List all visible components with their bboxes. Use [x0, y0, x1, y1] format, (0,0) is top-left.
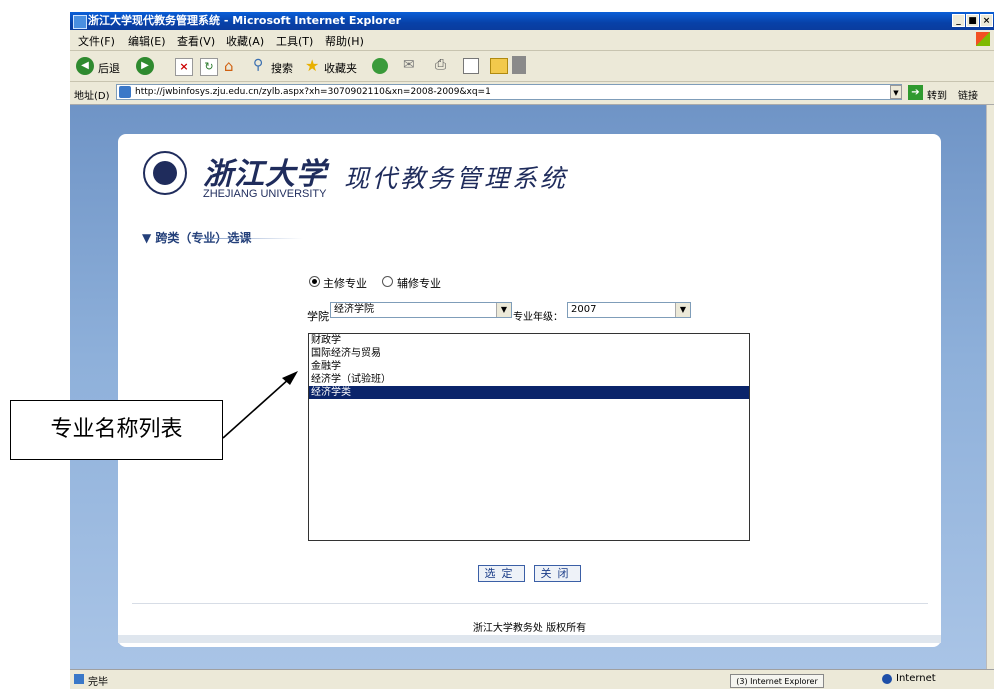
back-arrow-icon[interactable]: ◀ — [76, 57, 94, 75]
grade-select[interactable]: 2007 ▼ — [567, 302, 691, 318]
address-input[interactable]: http://jwbinfosys.zju.edu.cn/zylb.aspx?x… — [116, 84, 902, 100]
minor-radio-label[interactable]: 辅修专业 — [397, 275, 441, 291]
panel-bottom-bar — [118, 635, 941, 643]
browser-window: 浙江大学现代教务管理系统 - Microsoft Internet Explor… — [70, 12, 994, 689]
taskbar-item[interactable]: (3) Internet Explorer — [730, 674, 824, 688]
forward-arrow-icon[interactable]: ▶ — [136, 57, 154, 75]
major-listbox[interactable]: 财政学 国际经济与贸易 金融学 经济学（试验班） 经济学类 — [308, 333, 750, 541]
minor-radio[interactable] — [382, 276, 393, 287]
chevron-down-icon[interactable]: ▼ — [496, 303, 511, 317]
confirm-button[interactable]: 选定 — [478, 565, 525, 582]
refresh-icon[interactable]: ↻ — [200, 58, 218, 76]
annotation-callout: 专业名称列表 — [10, 400, 223, 460]
menu-bar: 文件(F) 编辑(E) 查看(V) 收藏(A) 工具(T) 帮助(H) — [70, 30, 994, 51]
print-icon[interactable]: ⎙ — [435, 57, 446, 73]
menu-tools[interactable]: 工具(T) — [276, 33, 313, 49]
stop-icon[interactable]: × — [175, 58, 193, 76]
window-title: 浙江大学现代教务管理系统 - Microsoft Internet Explor… — [88, 14, 401, 27]
system-name: 现代教务管理系统 — [344, 164, 569, 193]
menu-edit[interactable]: 编辑(E) — [128, 33, 166, 49]
footer-divider — [132, 603, 928, 604]
list-item[interactable]: 金融学 — [309, 360, 749, 373]
page-icon — [119, 86, 131, 98]
menu-favorites[interactable]: 收藏(A) — [226, 33, 264, 49]
section-divider — [198, 238, 303, 239]
address-bar: 地址(D) http://jwbinfosys.zju.edu.cn/zylb.… — [70, 82, 994, 105]
close-window-button[interactable]: × — [980, 14, 993, 27]
copyright-footer: 浙江大学教务处 版权所有 — [472, 623, 587, 634]
mail-icon[interactable]: ✉ — [403, 57, 415, 73]
status-bar: 完毕 (3) Internet Explorer Internet — [70, 669, 994, 689]
search-button[interactable]: 搜索 — [271, 60, 293, 76]
windows-logo-icon — [976, 32, 990, 46]
logo-chinese: 浙江大学 — [203, 157, 327, 192]
title-bar: 浙江大学现代教务管理系统 - Microsoft Internet Explor… — [70, 12, 994, 30]
list-item-selected[interactable]: 经济学类 — [309, 386, 749, 399]
list-item[interactable]: 国际经济与贸易 — [309, 347, 749, 360]
major-radio-label[interactable]: 主修专业 — [323, 275, 367, 291]
grade-label: 专业年级： — [513, 312, 563, 323]
globe-icon — [882, 674, 892, 684]
college-label: 学院 — [307, 310, 329, 323]
address-dropdown-icon[interactable]: ▼ — [890, 85, 902, 99]
college-select[interactable]: 经济学院 ▼ — [330, 302, 512, 318]
vertical-scrollbar[interactable] — [986, 105, 994, 669]
menu-help[interactable]: 帮助(H) — [325, 33, 364, 49]
home-icon[interactable]: ⌂ — [224, 57, 234, 75]
page-status-icon — [74, 674, 84, 684]
grade-select-value: 2007 — [571, 304, 597, 315]
major-radio[interactable] — [309, 276, 320, 287]
toolbar: ◀ 后退 ▶ × ↻ ⌂ ⚲ 搜索 ★ 收藏夹 ✉ ⎙ — [70, 51, 994, 82]
address-label: 地址(D) — [74, 91, 110, 102]
favorites-button[interactable]: 收藏夹 — [324, 60, 357, 76]
status-text: 完毕 — [88, 677, 108, 688]
minimize-button[interactable]: _ — [952, 14, 965, 27]
go-button[interactable]: 转到 — [927, 87, 947, 102]
menu-view[interactable]: 查看(V) — [177, 33, 215, 49]
maximize-button[interactable]: ■ — [966, 14, 979, 27]
links-button[interactable]: 链接 — [958, 87, 978, 102]
chevron-down-icon[interactable]: ▼ — [675, 303, 690, 317]
go-arrow-icon[interactable]: ➔ — [908, 85, 923, 100]
college-select-value: 经济学院 — [334, 304, 374, 315]
search-icon[interactable]: ⚲ — [253, 57, 263, 73]
triangle-down-icon: ▼ — [142, 231, 152, 245]
edit-icon[interactable] — [463, 58, 479, 74]
history-icon[interactable] — [372, 58, 388, 74]
close-button[interactable]: 关闭 — [534, 565, 581, 582]
back-button[interactable]: 后退 — [98, 60, 120, 76]
logo-english: ZHEJIANG UNIVERSITY — [203, 188, 327, 200]
ie-app-icon — [73, 15, 87, 29]
folder-icon[interactable] — [490, 58, 508, 74]
messenger-icon[interactable] — [512, 56, 526, 74]
list-item[interactable]: 经济学（试验班） — [309, 373, 749, 386]
menu-file[interactable]: 文件(F) — [78, 33, 115, 49]
page-content: 浙江大学 ZHEJIANG UNIVERSITY 现代教务管理系统 ▼ 跨类（专… — [70, 105, 986, 669]
main-panel: 浙江大学 ZHEJIANG UNIVERSITY 现代教务管理系统 ▼ 跨类（专… — [118, 134, 941, 647]
list-item[interactable]: 财政学 — [309, 334, 749, 347]
address-url: http://jwbinfosys.zju.edu.cn/zylb.aspx?x… — [135, 87, 491, 97]
university-emblem-icon — [143, 151, 187, 195]
zone-text: Internet — [896, 673, 936, 684]
favorites-star-icon[interactable]: ★ — [305, 56, 319, 75]
